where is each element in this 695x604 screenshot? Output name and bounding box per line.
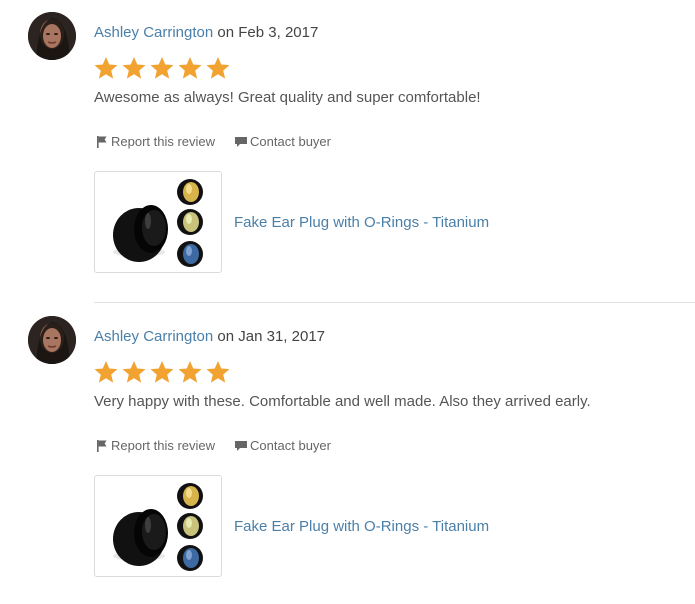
flag-icon bbox=[95, 135, 109, 149]
product-thumbnail[interactable] bbox=[94, 475, 222, 577]
chat-icon bbox=[234, 439, 248, 453]
star-rating bbox=[93, 359, 231, 385]
byline-on-label: on bbox=[217, 24, 235, 41]
report-review-link[interactable]: Report this review bbox=[95, 134, 215, 149]
star-icon bbox=[177, 359, 203, 385]
star-icon bbox=[149, 55, 175, 81]
review-item: Ashley Carrington on Jan 31, 2017 Very h… bbox=[0, 304, 695, 604]
star-rating bbox=[93, 55, 231, 81]
review-actions: Report this review Contact buyer bbox=[95, 438, 331, 453]
flag-icon bbox=[95, 439, 109, 453]
avatar[interactable] bbox=[28, 12, 76, 60]
product-title-link[interactable]: Fake Ear Plug with O-Rings - Titanium bbox=[234, 518, 489, 535]
reviewer-name-link[interactable]: Ashley Carrington bbox=[94, 24, 213, 41]
contact-buyer-label: Contact buyer bbox=[250, 134, 331, 149]
report-review-link[interactable]: Report this review bbox=[95, 438, 215, 453]
byline-on-label: on bbox=[217, 328, 235, 345]
review-byline: Ashley Carrington on Jan 31, 2017 bbox=[94, 328, 325, 345]
star-icon bbox=[177, 55, 203, 81]
report-review-label: Report this review bbox=[111, 438, 216, 453]
review-date: Jan 31, 2017 bbox=[238, 328, 326, 345]
report-review-label: Report this review bbox=[111, 134, 216, 149]
contact-buyer-link[interactable]: Contact buyer bbox=[234, 134, 331, 149]
review-text: Very happy with these. Comfortable and w… bbox=[94, 393, 591, 410]
star-icon bbox=[121, 55, 147, 81]
product-title-link[interactable]: Fake Ear Plug with O-Rings - Titanium bbox=[234, 214, 489, 231]
review-byline: Ashley Carrington on Feb 3, 2017 bbox=[94, 24, 318, 41]
contact-buyer-link[interactable]: Contact buyer bbox=[234, 438, 331, 453]
star-icon bbox=[149, 359, 175, 385]
reviewed-product: Fake Ear Plug with O-Rings - Titanium bbox=[94, 475, 489, 577]
review-actions: Report this review Contact buyer bbox=[95, 134, 331, 149]
star-icon bbox=[205, 55, 231, 81]
star-icon bbox=[205, 359, 231, 385]
avatar[interactable] bbox=[28, 316, 76, 364]
reviewer-name-link[interactable]: Ashley Carrington bbox=[94, 328, 213, 345]
reviewed-product: Fake Ear Plug with O-Rings - Titanium bbox=[94, 171, 489, 273]
star-icon bbox=[93, 359, 119, 385]
star-icon bbox=[93, 55, 119, 81]
review-date: Feb 3, 2017 bbox=[238, 24, 319, 41]
contact-buyer-label: Contact buyer bbox=[250, 438, 331, 453]
star-icon bbox=[121, 359, 147, 385]
review-text: Awesome as always! Great quality and sup… bbox=[94, 89, 481, 106]
product-thumbnail[interactable] bbox=[94, 171, 222, 273]
chat-icon bbox=[234, 135, 248, 149]
review-item: Ashley Carrington on Feb 3, 2017 Awesome… bbox=[0, 0, 695, 304]
review-divider bbox=[94, 302, 695, 303]
